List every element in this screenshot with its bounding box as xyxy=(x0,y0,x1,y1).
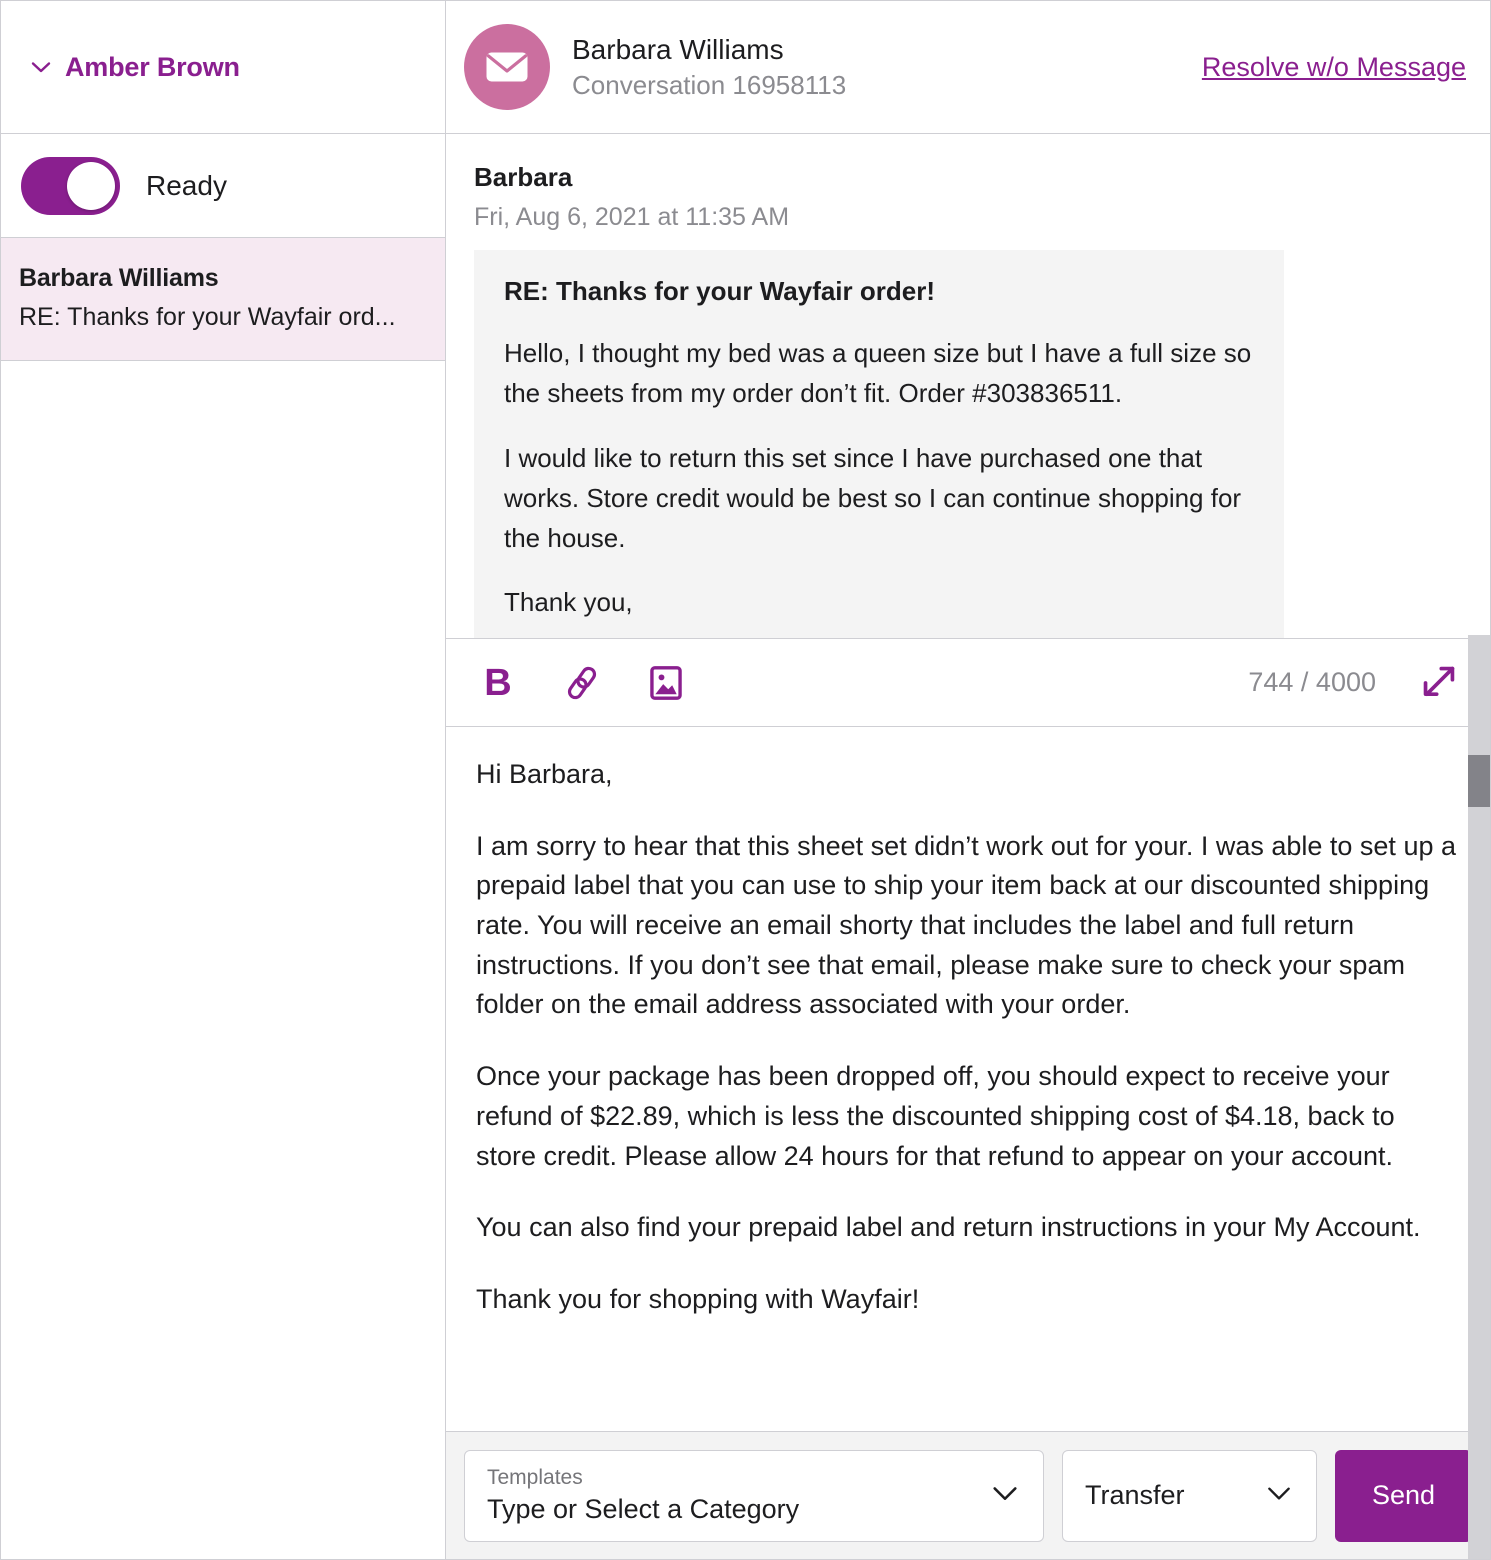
message-paragraph: Thank you, xyxy=(504,587,633,618)
conversation-header: Barbara Williams Conversation 16958113 R… xyxy=(446,1,1490,134)
message-bubble: RE: Thanks for your Wayfair order! Hello… xyxy=(474,250,1284,638)
sidebar: Amber Brown Ready Barbara Williams RE: T… xyxy=(1,1,446,1559)
bold-icon: B xyxy=(484,661,512,704)
templates-label: Templates xyxy=(487,1465,583,1489)
expand-editor-button[interactable] xyxy=(1410,657,1466,709)
templates-value: Type or Select a Category xyxy=(487,1493,800,1524)
chevron-down-icon xyxy=(989,1477,1021,1514)
list-item[interactable]: Barbara Williams RE: Thanks for your Way… xyxy=(1,238,445,361)
expand-icon xyxy=(1423,666,1455,696)
agent-status-row: Ready xyxy=(1,134,445,238)
transfer-label: Transfer xyxy=(1085,1480,1185,1510)
link-icon xyxy=(567,666,597,699)
message-sender: Barbara xyxy=(474,162,573,192)
toggle-knob xyxy=(67,161,115,210)
conversation-snippet: RE: Thanks for your Wayfair ord... xyxy=(19,303,396,331)
reply-editor[interactable]: Hi Barbara, I am sorry to hear that this… xyxy=(446,727,1490,1431)
send-button[interactable]: Send xyxy=(1335,1449,1472,1542)
avatar xyxy=(464,24,550,110)
agent-name: Amber Brown xyxy=(65,51,240,82)
message-paragraph: I would like to return this set since I … xyxy=(504,442,1242,554)
scrollbar-thumb[interactable] xyxy=(1468,755,1490,807)
templates-text: Templates Type or Select a Category xyxy=(487,1465,989,1527)
insert-link-button[interactable] xyxy=(554,657,610,709)
reply-paragraph: Thank you for shopping with Wayfair! xyxy=(476,1283,920,1314)
status-label: Ready xyxy=(146,169,227,201)
conversation-id: Conversation 16958113 xyxy=(572,69,847,100)
bold-button[interactable]: B xyxy=(470,657,526,709)
message-timestamp: Fri, Aug 6, 2021 at 11:35 AM xyxy=(474,203,790,231)
message-thread: Barbara Fri, Aug 6, 2021 at 11:35 AM RE:… xyxy=(446,134,1490,639)
reply-paragraph: I am sorry to hear that this sheet set d… xyxy=(476,830,1456,1020)
chevron-down-icon[interactable] xyxy=(29,55,53,79)
templates-dropdown[interactable]: Templates Type or Select a Category xyxy=(464,1449,1044,1542)
ready-toggle[interactable] xyxy=(21,156,120,215)
chevron-down-icon xyxy=(1264,1478,1294,1513)
vertical-scrollbar[interactable] xyxy=(1468,635,1490,1559)
insert-image-button[interactable] xyxy=(638,657,694,709)
reply-paragraph: Once your package has been dropped off, … xyxy=(476,1061,1395,1171)
conversation-panel: Barbara Williams Conversation 16958113 R… xyxy=(446,1,1490,1559)
message-paragraph: Hello, I thought my bed was a queen size… xyxy=(504,338,1252,409)
envelope-icon xyxy=(486,52,528,82)
image-icon xyxy=(650,665,682,700)
conversation-contact: Barbara Williams xyxy=(572,33,784,65)
transfer-dropdown[interactable]: Transfer xyxy=(1062,1449,1317,1542)
agent-header[interactable]: Amber Brown xyxy=(1,1,445,134)
message-subject: RE: Thanks for your Wayfair order! xyxy=(504,276,935,306)
conversation-header-text: Barbara Williams Conversation 16958113 xyxy=(572,32,1202,103)
character-counter: 744 / 4000 xyxy=(1248,667,1376,697)
conversation-contact-name: Barbara Williams xyxy=(19,264,219,292)
reply-paragraph: Hi Barbara, xyxy=(476,759,613,789)
reply-paragraph: You can also find your prepaid label and… xyxy=(476,1212,1421,1243)
conversation-list: Barbara Williams RE: Thanks for your Way… xyxy=(1,238,445,1559)
action-bar: Templates Type or Select a Category Tran… xyxy=(446,1431,1490,1559)
compose-toolbar: B 744 / 4000 xyxy=(446,639,1490,727)
resolve-without-message-link[interactable]: Resolve w/o Message xyxy=(1202,52,1466,83)
agent-desktop-window: Amber Brown Ready Barbara Williams RE: T… xyxy=(0,0,1491,1560)
